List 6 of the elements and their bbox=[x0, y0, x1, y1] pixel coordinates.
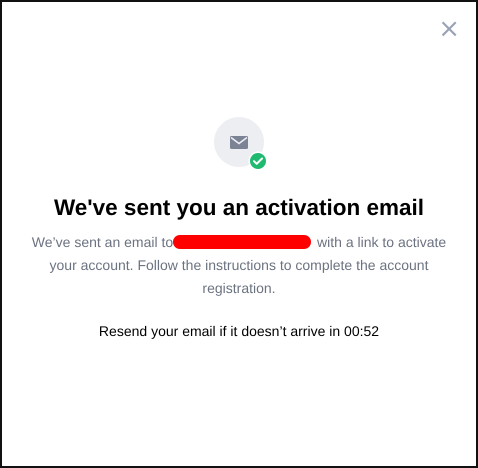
resend-countdown-text: Resend your email if it doesn’t arrive in 00:52 bbox=[98, 323, 380, 339]
check-icon bbox=[248, 151, 268, 171]
dialog-title: We've sent you an activation email bbox=[54, 195, 424, 221]
close-button[interactable]: × bbox=[434, 16, 464, 42]
message-text: We’ve sent an email to with a link to activate your account. Follow the instructions to complete the account registration. bbox=[30, 233, 448, 298]
envelope-icon bbox=[214, 117, 264, 167]
